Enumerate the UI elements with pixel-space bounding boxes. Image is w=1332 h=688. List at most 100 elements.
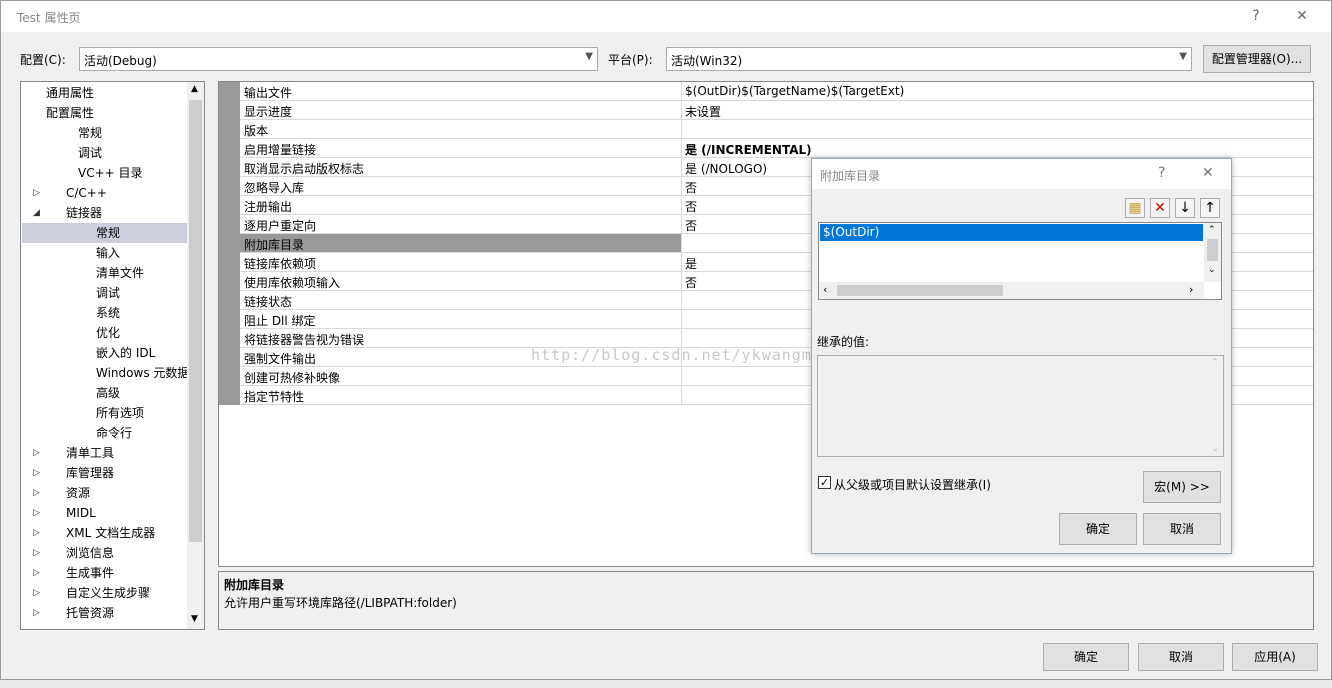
property-row[interactable]: 显示进度 未设置 [219,101,1313,120]
tree-item-label: 系统 [96,306,121,320]
property-value: 是 (/INCREMENTAL) [685,143,812,157]
tree-item[interactable]: 命令行 [21,423,187,443]
collapsed-caret-icon[interactable]: ▷ [33,483,40,503]
inherit-checkbox[interactable]: ✓ [818,476,831,489]
property-name: 使用库依赖项输入 [244,276,341,290]
tree-item-label: 库管理器 [66,466,115,480]
tree-item[interactable]: 常规 [21,223,187,243]
ok-button[interactable]: 确定 [1043,643,1129,671]
config-manager-button[interactable]: 配置管理器(O)... [1203,45,1311,73]
help-icon[interactable]: ? [1241,5,1271,27]
tree-item-label: 嵌入的 IDL [96,346,156,360]
tree-item[interactable]: 输入 [21,243,187,263]
delete-icon[interactable]: ✕ [1150,198,1170,218]
collapsed-caret-icon[interactable]: ▷ [33,463,40,483]
scroll-up-icon[interactable]: ▲ [191,84,198,94]
cancel-button[interactable]: 取消 [1138,643,1224,671]
property-value: 否 [685,200,698,214]
collapsed-caret-icon[interactable]: ▷ [33,603,40,623]
category-tree: ▷通用属性◢配置属性常规调试VC++ 目录▷C/C++◢链接器常规输入清单文件调… [20,81,205,630]
scroll-thumb[interactable] [189,100,202,542]
collapsed-caret-icon[interactable]: ▷ [33,443,40,463]
help-icon[interactable]: ? [1158,165,1165,181]
property-row[interactable]: 版本 [219,120,1313,139]
dialog-ok-button[interactable]: 确定 [1059,513,1137,545]
property-value-cell[interactable] [682,120,1313,138]
description-text: 允许用户重写环境库路径(/LIBPATH:folder) [224,596,457,610]
dialog-cancel-button[interactable]: 取消 [1143,513,1221,545]
tree-item[interactable]: ◢配置属性 [21,103,187,123]
row-gutter [219,158,240,177]
collapsed-caret-icon[interactable]: ▷ [33,563,40,583]
directory-list[interactable]: $(OutDir) ⌃ ⌄ ‹ › [818,222,1222,300]
property-name: 强制文件输出 [244,352,317,366]
tree-item[interactable]: ▷ 浏览信息 [21,543,187,563]
list-item[interactable]: $(OutDir) [820,224,1203,241]
property-name: 注册输出 [244,200,293,214]
property-row[interactable]: 输出文件 $(OutDir)$(TargetName)$(TargetExt) [219,82,1313,101]
tree-item[interactable]: 嵌入的 IDL [21,343,187,363]
config-value: 活动(Debug) [84,54,157,68]
macro-button[interactable]: 宏(M) >> [1143,471,1221,503]
tree-item[interactable]: 所有选项 [21,403,187,423]
tree-item[interactable]: VC++ 目录 [21,163,187,183]
platform-combo[interactable]: 活动(Win32) ▼ [666,47,1192,71]
tree-item-label: 链接器 [66,206,103,220]
row-gutter [219,139,240,158]
tree-item[interactable]: ▷ 资源 [21,483,187,503]
property-value-cell[interactable] [682,101,1313,119]
row-gutter [219,348,240,367]
tree-item[interactable]: 清单文件 [21,263,187,283]
tree-item[interactable]: ▷ C/C++ [21,183,187,203]
row-gutter [219,215,240,234]
property-name: 链接状态 [244,295,293,309]
tree-item[interactable]: ▷ 库管理器 [21,463,187,483]
property-name: 版本 [244,124,269,138]
close-icon[interactable]: ✕ [1202,165,1214,181]
new-line-icon[interactable]: ▦ [1125,198,1145,218]
config-combo[interactable]: 活动(Debug) ▼ [79,47,598,71]
scroll-down-icon[interactable]: ▼ [191,614,198,624]
move-up-icon[interactable]: ↑ [1200,198,1220,218]
scroll-thumb[interactable] [1207,239,1218,261]
tree-item[interactable]: ▷ 清单工具 [21,443,187,463]
list-vscrollbar[interactable]: ⌃ ⌄ [1204,223,1221,282]
scroll-right-icon[interactable]: › [1189,283,1193,296]
expanded-caret-icon[interactable]: ◢ [33,203,40,223]
move-down-icon[interactable]: ↓ [1175,198,1195,218]
tree-item[interactable]: ▷ 托管资源 [21,603,187,623]
scroll-down-icon[interactable]: ⌄ [1208,265,1216,275]
list-hscrollbar[interactable]: ‹ › [819,282,1204,299]
collapsed-caret-icon[interactable]: ▷ [33,183,40,203]
collapsed-caret-icon[interactable]: ▷ [33,523,40,543]
tree-item[interactable]: ▷ XML 文档生成器 [21,523,187,543]
title-bar: Test 属性页 ? ✕ [1,1,1331,32]
collapsed-caret-icon[interactable]: ▷ [33,583,40,603]
tree-item[interactable]: ◢ 链接器 [21,203,187,223]
property-name: 取消显示启动版权标志 [244,162,365,176]
tree-item[interactable]: 系统 [21,303,187,323]
tree-item[interactable]: ▷通用属性 [21,83,187,103]
tree-item[interactable]: 高级 [21,383,187,403]
tree-item-label: Windows 元数据 [96,366,190,380]
tree-item[interactable]: 常规 [21,123,187,143]
tree-item[interactable]: Windows 元数据 [21,363,190,383]
tree-item[interactable]: 调试 [21,143,187,163]
tree-scrollbar[interactable]: ▲ ▼ [187,82,204,629]
apply-button[interactable]: 应用(A) [1232,643,1318,671]
tree-item[interactable]: ▷ 自定义生成步骤 [21,583,187,603]
scroll-left-icon[interactable]: ‹ [823,283,827,296]
collapsed-caret-icon[interactable]: ▷ [33,503,40,523]
tree-item[interactable]: ▷ MIDL [21,503,187,523]
scroll-up-icon[interactable]: ⌃ [1208,225,1216,235]
tree-item-label: 所有选项 [96,406,145,420]
tree-item[interactable]: ▷ 生成事件 [21,563,187,583]
tree-item[interactable]: 优化 [21,323,187,343]
row-gutter [219,177,240,196]
collapsed-caret-icon[interactable]: ▷ [33,543,40,563]
property-row[interactable]: 启用增量链接 是 (/INCREMENTAL) [219,139,1313,158]
row-gutter [219,253,240,272]
close-icon[interactable]: ✕ [1287,5,1317,27]
tree-item[interactable]: 调试 [21,283,187,303]
scroll-thumb[interactable] [837,285,1003,296]
